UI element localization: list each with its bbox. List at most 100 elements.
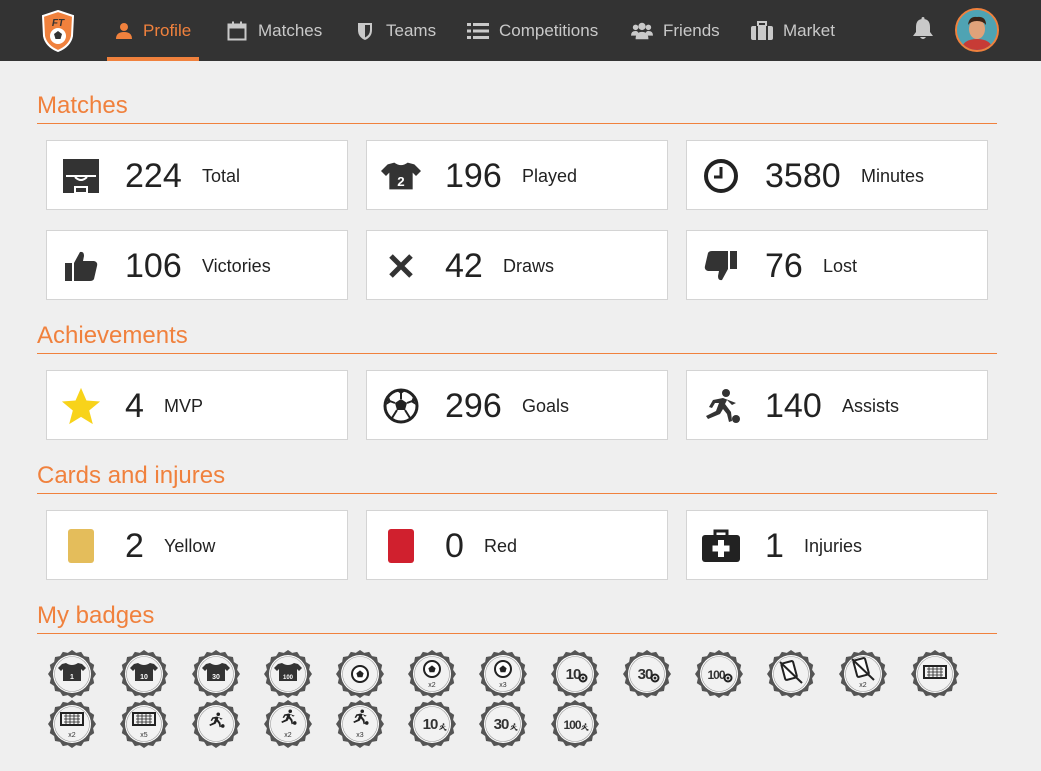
shield-icon — [354, 20, 376, 42]
nav-tab-teams[interactable]: Teams — [354, 0, 436, 61]
badge-ball-x2[interactable]: x2 — [407, 649, 457, 699]
stat-label: Yellow — [164, 536, 216, 556]
badge-count-kick-100[interactable]: 100 — [550, 699, 600, 749]
star-icon — [61, 386, 101, 426]
stat-card-assists: 140 Assists — [686, 370, 988, 440]
badge-medal-icon — [767, 650, 815, 698]
badge-nocard[interactable] — [766, 649, 816, 699]
shirt-icon: 2 — [381, 156, 421, 196]
section-title-badges: My badges — [37, 602, 155, 629]
badge-kick-x3[interactable]: x3 — [335, 699, 385, 749]
stat-label: Lost — [823, 256, 858, 276]
section-divider — [37, 353, 997, 354]
stat-label: Assists — [842, 396, 900, 416]
stat-value: 3580 — [765, 157, 841, 195]
list-icon — [467, 20, 489, 42]
nav-tab-friends[interactable]: Friends — [631, 0, 720, 61]
stat-card-mvp: 4 MVP — [46, 370, 348, 440]
badge-medal-icon: 10 — [551, 650, 600, 698]
stat-card-draws: 42 Draws — [366, 230, 668, 300]
svg-text:100: 100 — [283, 675, 294, 681]
svg-text:10: 10 — [140, 674, 148, 681]
svg-text:100: 100 — [564, 718, 582, 732]
badge-shirt-30[interactable]: 30 — [191, 649, 241, 699]
badge-count-ball-30[interactable]: 30 — [622, 649, 672, 699]
app-logo[interactable]: FT — [41, 10, 75, 52]
stat-label: Draws — [503, 256, 555, 276]
user-avatar[interactable] — [955, 8, 999, 52]
badge-ball[interactable] — [335, 649, 385, 699]
badge-medal-icon: 10 — [407, 700, 456, 748]
clock-icon — [701, 156, 741, 196]
nav-tab-label: Friends — [663, 20, 720, 40]
badge-goal-x5[interactable]: x5 — [119, 699, 169, 749]
notifications-bell-icon[interactable] — [910, 16, 936, 42]
stat-value: 2 — [125, 527, 144, 565]
badge-medal-icon: 100 — [263, 650, 312, 698]
svg-text:x3: x3 — [500, 682, 508, 689]
section-title-cards: Cards and injures — [37, 462, 226, 489]
badge-count-ball-100[interactable]: 100 — [694, 649, 744, 699]
nav-tab-label: Competitions — [499, 20, 599, 40]
briefcase-icon — [751, 20, 773, 42]
stat-card-played: 2 196 Played — [366, 140, 668, 210]
badge-count-kick-10[interactable]: 10 — [407, 699, 457, 749]
badge-medal-icon: x2 — [263, 700, 312, 748]
section-divider — [37, 493, 997, 494]
red-card-icon — [381, 526, 421, 566]
stat-card-total: 224 Total — [46, 140, 348, 210]
nav-tab-profile[interactable]: Profile — [107, 0, 199, 61]
stat-label: Injuries — [804, 536, 863, 556]
badge-nocard-x2[interactable]: x2 — [838, 649, 888, 699]
users-icon — [631, 20, 653, 42]
stat-card-victories: 106 Victories — [46, 230, 348, 300]
section-divider — [37, 633, 997, 634]
badge-kick[interactable] — [191, 699, 241, 749]
stat-value: 76 — [765, 247, 803, 285]
svg-text:x2: x2 — [859, 682, 867, 689]
badge-count-kick-30[interactable]: 30 — [478, 699, 528, 749]
svg-text:x3: x3 — [356, 732, 364, 739]
calendar-icon — [226, 20, 248, 42]
stat-value: 0 — [445, 527, 464, 565]
stat-label: Victories — [202, 256, 271, 276]
badge-shirt-100[interactable]: 100 — [263, 649, 313, 699]
user-icon — [115, 20, 133, 42]
stat-label: Played — [522, 166, 578, 186]
badge-shirt-10[interactable]: 10 — [119, 649, 169, 699]
badge-medal-icon: 1 — [48, 650, 96, 698]
badge-medal-icon: 30 — [191, 650, 240, 698]
nav-tab-market[interactable]: Market — [751, 0, 835, 61]
stat-value: 42 — [445, 247, 483, 285]
svg-text:x2: x2 — [284, 732, 292, 739]
svg-text:FT: FT — [52, 18, 65, 29]
stat-card-lost: 76 Lost — [686, 230, 988, 300]
svg-text:1: 1 — [70, 674, 74, 681]
x-icon — [381, 246, 421, 286]
badge-medal-icon: 30 — [623, 650, 672, 698]
section-title-matches: Matches — [37, 92, 128, 119]
badge-shirt-1[interactable]: 1 — [47, 649, 97, 699]
svg-text:100: 100 — [708, 668, 726, 682]
stat-value: 1 — [765, 527, 784, 565]
badge-kick-x2[interactable]: x2 — [263, 699, 313, 749]
badge-ball-x3[interactable]: x3 — [478, 649, 528, 699]
yellow-card-icon — [61, 526, 101, 566]
badge-count-ball-10[interactable]: 10 — [550, 649, 600, 699]
badge-medal-icon: x5 — [119, 700, 168, 748]
badge-goal-x2[interactable]: x2 — [47, 699, 97, 749]
svg-text:x2: x2 — [428, 682, 436, 689]
badge-medal-icon: 100 — [695, 650, 744, 698]
badge-medal-icon: 100 — [551, 700, 600, 748]
nav-tab-competitions[interactable]: Competitions — [467, 0, 598, 61]
thumbs-down-icon — [701, 246, 741, 286]
nav-tab-matches[interactable]: Matches — [226, 0, 322, 61]
badge-medal-icon — [910, 650, 959, 698]
badge-goal[interactable] — [910, 649, 960, 699]
svg-text:30: 30 — [638, 666, 653, 683]
stat-card-goals: 296 Goals — [366, 370, 668, 440]
stat-label: Total — [202, 166, 241, 186]
svg-text:30: 30 — [212, 674, 220, 681]
nav-tab-label: Teams — [386, 20, 437, 40]
badge-medal-icon: 30 — [479, 700, 528, 748]
